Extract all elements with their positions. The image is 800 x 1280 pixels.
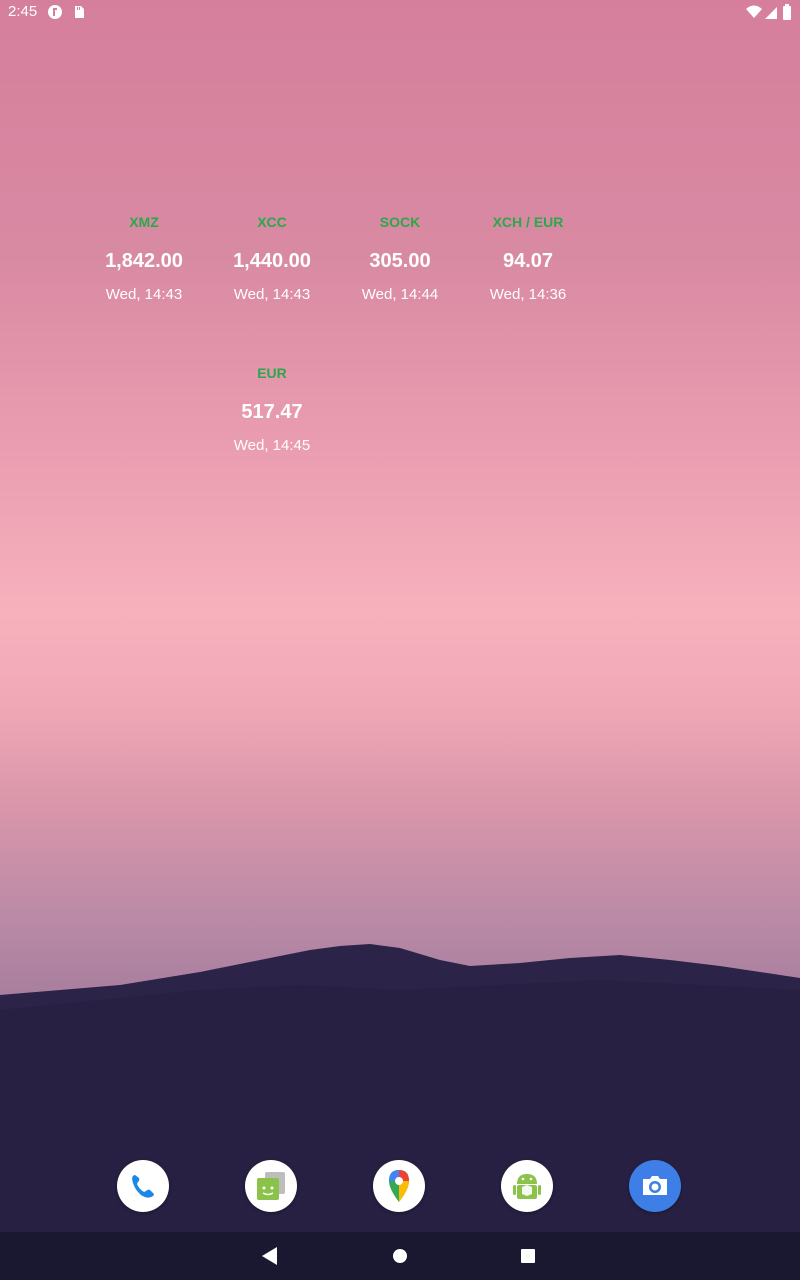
status-time: 2:45 — [8, 3, 38, 20]
sd-card-icon — [71, 4, 87, 20]
widget-timestamp: Wed, 14:44 — [361, 286, 439, 303]
widget-symbol: XCC — [257, 214, 287, 230]
widget-value: 517.47 — [241, 401, 303, 423]
recents-button[interactable] — [488, 1232, 568, 1280]
maps-icon — [389, 1170, 409, 1202]
price-widget[interactable]: XCC 1,440.00 Wed, 14:43 — [208, 213, 336, 305]
back-button[interactable] — [230, 1232, 310, 1280]
signal-icon — [764, 4, 780, 20]
home-button[interactable] — [360, 1232, 440, 1280]
navigation-bar — [0, 1232, 800, 1280]
price-widget[interactable]: SOCK 305.00 Wed, 14:44 — [336, 213, 464, 305]
recents-icon — [521, 1249, 535, 1263]
price-widget[interactable]: EUR 517.47 Wed, 14:45 — [208, 364, 336, 456]
android-app-button[interactable] — [501, 1160, 553, 1212]
widget-symbol: EUR — [257, 365, 287, 381]
price-widget[interactable]: XMZ 1,842.00 Wed, 14:43 — [80, 213, 208, 305]
android-app-icon — [513, 1174, 541, 1199]
app-notification-icon — [47, 4, 63, 20]
phone-app-button[interactable] — [117, 1160, 169, 1212]
widget-timestamp: Wed, 14:45 — [233, 437, 311, 454]
status-bar: 2:45 — [0, 0, 800, 24]
phone-icon — [132, 1175, 154, 1198]
camera-icon — [643, 1176, 667, 1195]
home-icon — [393, 1249, 407, 1263]
camera-app-button[interactable] — [629, 1160, 681, 1212]
maps-app-button[interactable] — [373, 1160, 425, 1212]
widget-symbol: XMZ — [129, 214, 159, 230]
widget-timestamp: Wed, 14:43 — [105, 286, 183, 303]
widget-timestamp: Wed, 14:43 — [233, 286, 311, 303]
battery-icon — [782, 4, 792, 20]
messages-app-button[interactable] — [245, 1160, 297, 1212]
widget-value: 1,440.00 — [233, 250, 311, 272]
widget-value: 1,842.00 — [105, 250, 183, 272]
wifi-icon — [746, 4, 762, 20]
back-icon — [262, 1247, 277, 1265]
widget-symbol: XCH / EUR — [492, 214, 564, 230]
wallpaper-mountains — [0, 944, 800, 1232]
widget-value: 94.07 — [502, 250, 554, 272]
widget-symbol: SOCK — [379, 214, 421, 230]
price-widget[interactable]: XCH / EUR 94.07 Wed, 14:36 — [464, 213, 592, 305]
messages-icon — [257, 1172, 285, 1200]
widget-value: 305.00 — [369, 250, 431, 272]
widget-timestamp: Wed, 14:36 — [489, 286, 567, 303]
